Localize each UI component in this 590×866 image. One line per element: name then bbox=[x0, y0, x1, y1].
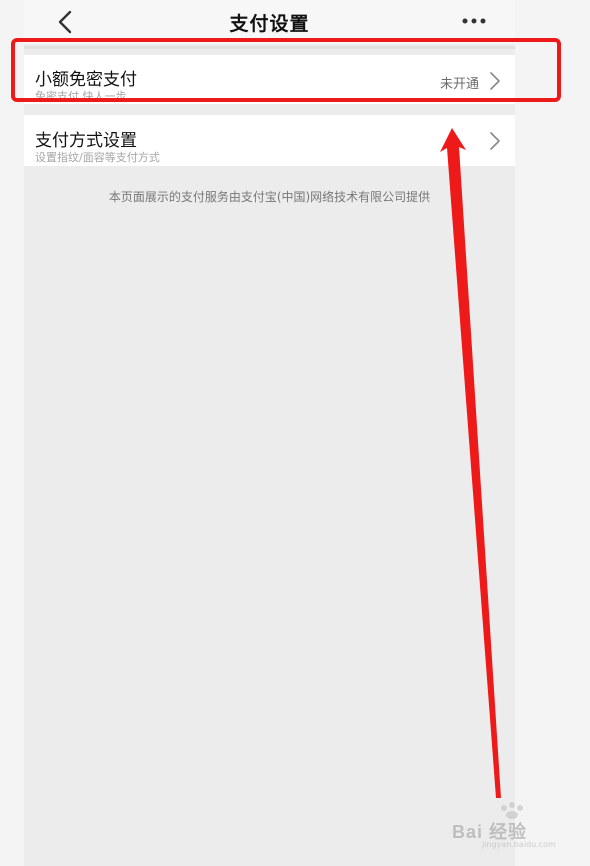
page-title: 支付设置 bbox=[229, 13, 310, 35]
footer-note: 本页面展示的支付服务由支付宝(中国)网络技术有限公司提供 bbox=[108, 190, 431, 204]
watermark-url: jingyan.baidu.com bbox=[482, 840, 556, 849]
phone-screen: 支付设置 小额免密支付 免密支付,快人一步 未开通 支付方式设置 设置指纹/面容… bbox=[24, 0, 515, 866]
list-item-payment-method[interactable]: 支付方式设置 设置指纹/面容等支付方式 bbox=[24, 115, 515, 166]
more-horizontal-icon[interactable] bbox=[461, 10, 487, 32]
item-subtitle: 设置指纹/面容等支付方式 bbox=[35, 151, 160, 164]
chevron-right-icon bbox=[489, 131, 501, 151]
item-title: 支付方式设置 bbox=[35, 131, 137, 151]
watermark-logo: Bai 经验 jingyan.baidu.com bbox=[452, 800, 562, 849]
highlight-box bbox=[11, 38, 561, 102]
